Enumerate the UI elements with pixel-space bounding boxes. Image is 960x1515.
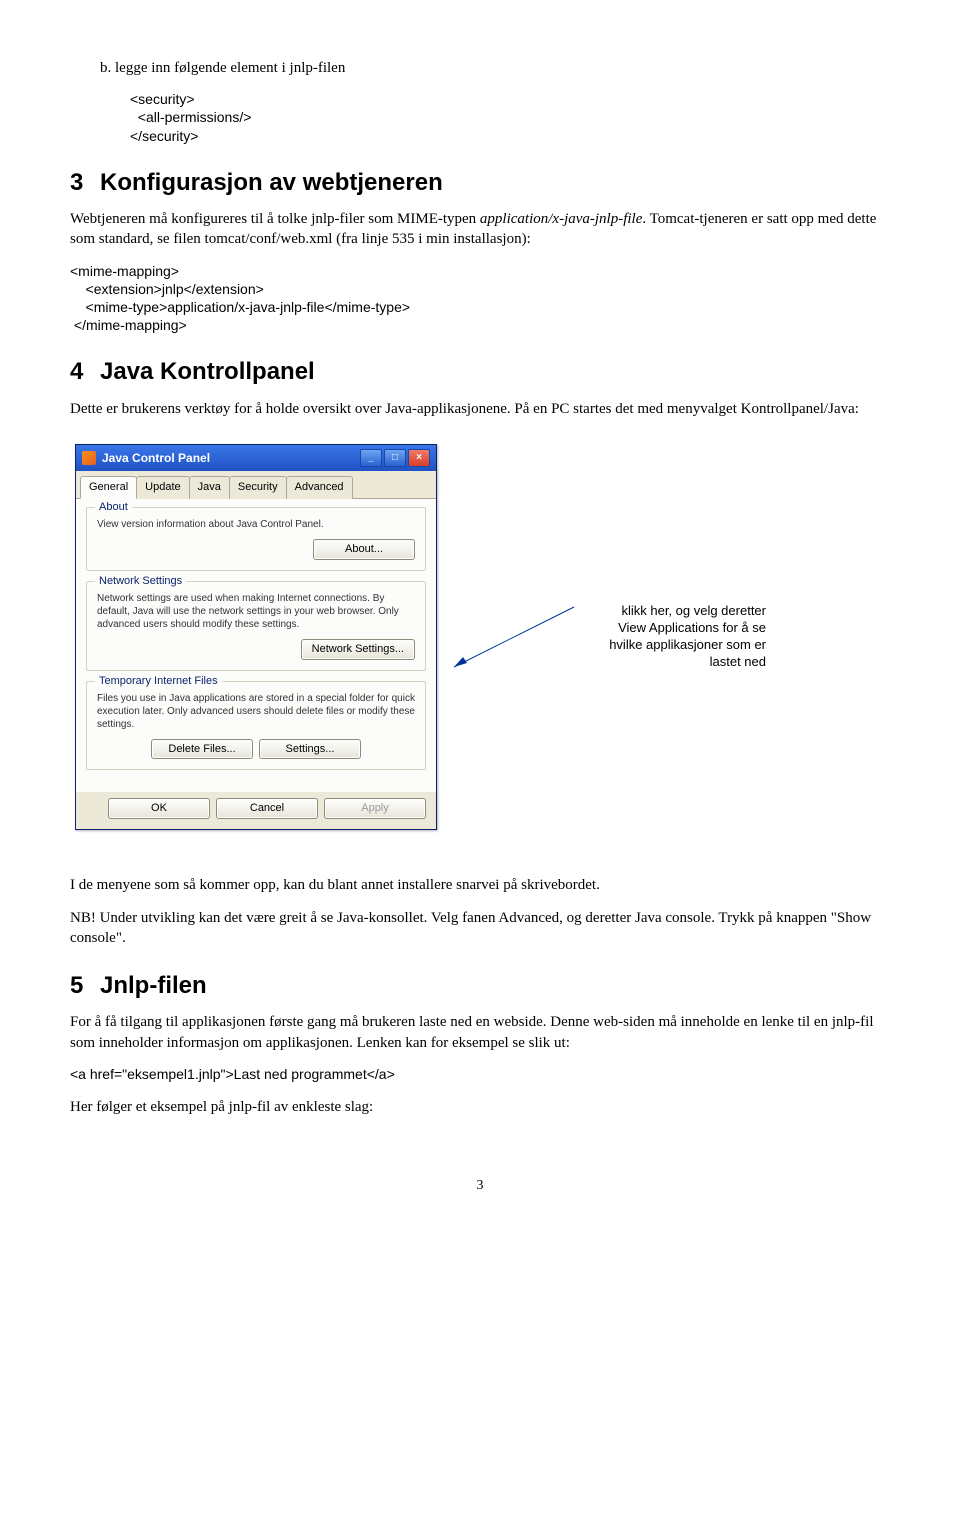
paragraph-after-1: I de menyene som så kommer opp, kan du b…: [70, 875, 890, 895]
panel-body: About View version information about Jav…: [76, 499, 436, 793]
settings-label: Settings...: [286, 743, 335, 755]
cancel-label: Cancel: [250, 802, 284, 814]
dialog-footer: OK Cancel Apply: [76, 792, 436, 829]
callout-text: klikk her, og velg deretter View Applica…: [591, 603, 766, 671]
window-titlebar: Java Control Panel _ □ ×: [76, 445, 436, 471]
tab-advanced[interactable]: Advanced: [286, 476, 353, 499]
paragraph-4: Dette er brukerens verktøy for å holde o…: [70, 399, 890, 419]
tab-general[interactable]: General: [80, 476, 137, 499]
network-settings-button[interactable]: Network Settings...: [301, 639, 415, 660]
list-item-b: b. legge inn følgende element i jnlp-fil…: [100, 58, 890, 78]
heading-5-num: 5: [70, 970, 100, 1002]
tab-security[interactable]: Security: [229, 476, 287, 499]
callout-arrow-icon: [449, 597, 579, 677]
tab-java[interactable]: Java: [189, 476, 230, 499]
heading-4-title: Java Kontrollpanel: [100, 358, 315, 385]
ok-label: OK: [151, 802, 167, 814]
delete-files-button[interactable]: Delete Files...: [151, 739, 253, 760]
paragraph-5: For å få tilgang til applikasjonen først…: [70, 1012, 890, 1053]
screenshot-row: Java Control Panel _ □ × General Update …: [70, 444, 890, 830]
heading-5: 5Jnlp-filen: [70, 970, 890, 1002]
about-button-label: About...: [345, 543, 383, 555]
close-button[interactable]: ×: [408, 449, 430, 467]
minimize-button[interactable]: _: [360, 449, 382, 467]
network-settings-label: Network Settings...: [312, 643, 404, 655]
tabs: General Update Java Security Advanced: [76, 471, 436, 499]
group-network: Network Settings Network settings are us…: [86, 581, 426, 671]
delete-files-label: Delete Files...: [168, 743, 235, 755]
group-about-legend: About: [95, 500, 132, 515]
maximize-button[interactable]: □: [384, 449, 406, 467]
cancel-button[interactable]: Cancel: [216, 798, 318, 819]
heading-4: 4Java Kontrollpanel: [70, 356, 890, 388]
paragraph-5b: Her følger et eksempel på jnlp-fil av en…: [70, 1097, 890, 1117]
group-network-legend: Network Settings: [95, 574, 186, 589]
code-mime: <mime-mapping> <extension>jnlp</extensio…: [70, 262, 890, 335]
code-security: <security> <all-permissions/> </security…: [130, 90, 890, 145]
tab-update[interactable]: Update: [136, 476, 189, 499]
heading-3-title: Konfigurasjon av webtjeneren: [100, 169, 443, 196]
heading-3: 3Konfigurasjon av webtjeneren: [70, 167, 890, 199]
page-number: 3: [70, 1177, 890, 1196]
about-button[interactable]: About...: [313, 539, 415, 560]
group-temp-legend: Temporary Internet Files: [95, 674, 222, 689]
group-about: About View version information about Jav…: [86, 507, 426, 571]
java-control-panel-window: Java Control Panel _ □ × General Update …: [75, 444, 437, 830]
p3-ital: application/x-java-jnlp-file: [480, 211, 642, 227]
heading-5-title: Jnlp-filen: [100, 972, 207, 999]
group-network-text: Network settings are used when making In…: [97, 592, 415, 631]
apply-label: Apply: [361, 802, 389, 814]
heading-4-num: 4: [70, 356, 100, 388]
code-anchor: <a href="eksempel1.jnlp">Last ned progra…: [70, 1065, 890, 1083]
window-title: Java Control Panel: [102, 450, 210, 466]
group-temp-files: Temporary Internet Files Files you use i…: [86, 681, 426, 771]
p3-pre: Webtjeneren må konfigureres til å tolke …: [70, 211, 480, 227]
apply-button[interactable]: Apply: [324, 798, 426, 819]
settings-button[interactable]: Settings...: [259, 739, 361, 760]
heading-3-num: 3: [70, 167, 100, 199]
paragraph-3: Webtjeneren må konfigureres til å tolke …: [70, 209, 890, 250]
group-temp-text: Files you use in Java applications are s…: [97, 692, 415, 731]
paragraph-after-2: NB! Under utvikling kan det være greit å…: [70, 908, 890, 949]
java-icon: [82, 451, 96, 465]
ok-button[interactable]: OK: [108, 798, 210, 819]
group-about-text: View version information about Java Cont…: [97, 518, 415, 531]
